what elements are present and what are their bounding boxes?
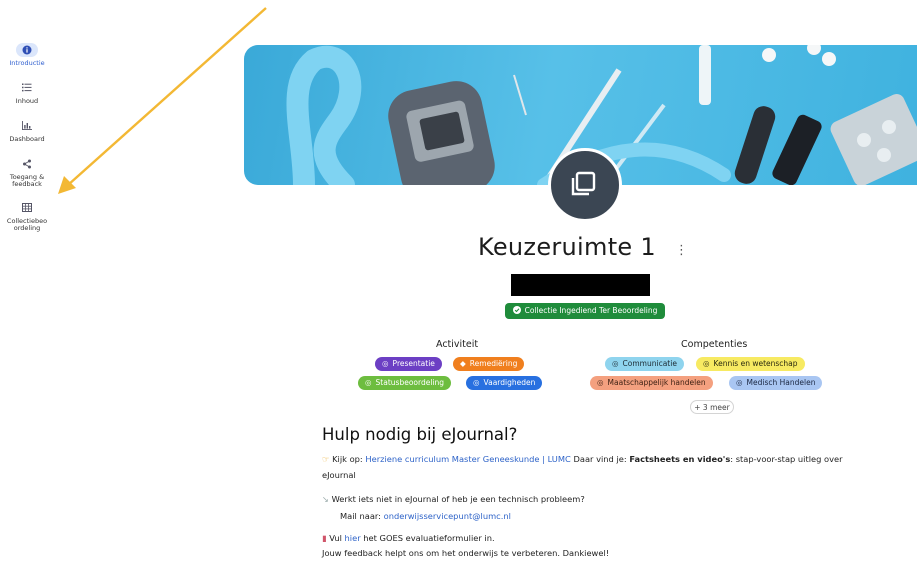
wrench-icon: ↘ — [322, 494, 329, 504]
tag-label: Maatschappelijk handelen — [607, 378, 706, 387]
sidebar-item-label: Toegang & feedback — [9, 173, 45, 188]
tag-label: Medisch Handelen — [746, 378, 816, 387]
help-line-continued: eJournal — [322, 470, 356, 480]
tag-vaardigheden[interactable]: ◎ Vaardigheden — [466, 376, 543, 390]
target-icon: ◎ — [365, 378, 372, 387]
target-icon: ◎ — [382, 359, 389, 368]
target-icon: ◎ — [597, 378, 604, 387]
target-icon: ◎ — [612, 359, 619, 368]
mail-link[interactable]: onderwijsservicepunt@lumc.nl — [384, 511, 511, 521]
more-competenties-button[interactable]: + 3 meer — [690, 400, 734, 414]
competenties-heading: Competenties — [681, 339, 748, 350]
journal-avatar — [548, 148, 622, 222]
tag-statusbeoordeling[interactable]: ◎ Statusbeoordeling — [358, 376, 452, 390]
tag-label: Remediëring — [469, 359, 518, 368]
help-line-mail: Mail naar: onderwijsservicepunt@lumc.nl — [340, 511, 511, 522]
tag-label: Vaardigheden — [483, 378, 536, 387]
tag-medisch-handelen[interactable]: ◎ Medisch Handelen — [729, 376, 823, 390]
sidebar-item-collectiebeoordeling[interactable]: Collectiebeo ordeling — [0, 201, 54, 232]
tag-maatschappelijk-handelen[interactable]: ◎ Maatschappelijk handelen — [590, 376, 713, 390]
curriculum-link[interactable]: Herziene curriculum Master Geneeskunde |… — [365, 454, 570, 464]
copy-icon — [571, 171, 596, 196]
text: : stap-voor-stap uitleg over — [730, 454, 843, 464]
tag-kennis-en-wetenschap[interactable]: ◎ Kennis en wetenschap — [696, 357, 805, 371]
tag-label: Kennis en wetenschap — [713, 359, 798, 368]
tag-communicatie[interactable]: ◎ Communicatie — [605, 357, 684, 371]
form-icon: ▮ — [322, 533, 327, 543]
activiteit-heading: Activiteit — [436, 339, 479, 350]
redacted-name — [511, 274, 650, 296]
target-icon: ◎ — [703, 359, 710, 368]
page-title: Keuzeruimte 1 — [478, 233, 656, 261]
tag-label: Presentatie — [392, 359, 435, 368]
sidebar-item-label: Collectiebeo ordeling — [6, 217, 48, 232]
chart-icon — [16, 119, 38, 133]
text: Vul — [329, 533, 345, 543]
sidebar-item-dashboard[interactable]: Dashboard — [0, 119, 54, 143]
text: Daar vind je: — [570, 454, 630, 464]
sidebar-item-toegang-feedback[interactable]: Toegang & feedback — [0, 157, 54, 188]
more-options-icon[interactable]: ⋮ — [675, 243, 688, 258]
text: Werkt iets niet in eJournal of heb je ee… — [331, 494, 585, 504]
tag-label: Statusbeoordeling — [375, 378, 445, 387]
tag-icon: ◆ — [460, 359, 466, 368]
status-text: Collectie Ingediend Ter Beoordeling — [524, 306, 658, 315]
target-icon: ◎ — [736, 378, 743, 387]
list-icon — [16, 81, 38, 95]
help-line-factsheets: ☞ Kijk op: Herziene curriculum Master Ge… — [322, 454, 843, 465]
tag-presentatie[interactable]: ◎ Presentatie — [375, 357, 442, 371]
check-circle-icon — [512, 306, 521, 314]
sidebar-item-label: Introductie — [9, 59, 45, 67]
text: Mail naar: — [340, 511, 384, 521]
status-badge: Collectie Ingediend Ter Beoordeling — [505, 303, 665, 319]
tag-remediering[interactable]: ◆ Remediëring — [453, 357, 525, 371]
tag-label: Communicatie — [622, 359, 677, 368]
sidebar-item-inhoud[interactable]: Inhoud — [0, 81, 54, 105]
sidebar-item-introductie[interactable]: Introductie — [0, 43, 54, 67]
help-heading: Hulp nodig bij eJournal? — [322, 425, 518, 444]
info-icon — [16, 43, 38, 57]
sidebar: Introductie Inhoud Dashboard Toegang & f… — [0, 0, 54, 563]
pointing-hand-icon: ☞ — [322, 454, 330, 464]
help-line-thanks: Jouw feedback helpt ons om het onderwijs… — [322, 548, 610, 558]
text: Kijk op: — [332, 454, 366, 464]
target-icon: ◎ — [473, 378, 480, 387]
sidebar-item-label: Inhoud — [15, 97, 39, 105]
evaluation-link[interactable]: hier — [345, 533, 361, 543]
share-icon — [16, 157, 38, 171]
sidebar-item-label: Dashboard — [9, 135, 45, 143]
text: het GOES evaluatieformulier in. — [360, 533, 495, 543]
text: Factsheets en video's — [629, 454, 731, 464]
grid-icon — [16, 201, 38, 215]
help-line-evaluation: ▮ Vul hier het GOES evaluatieformulier i… — [322, 533, 495, 544]
help-line-technical: ↘ Werkt iets niet in eJournal of heb je … — [322, 494, 585, 505]
